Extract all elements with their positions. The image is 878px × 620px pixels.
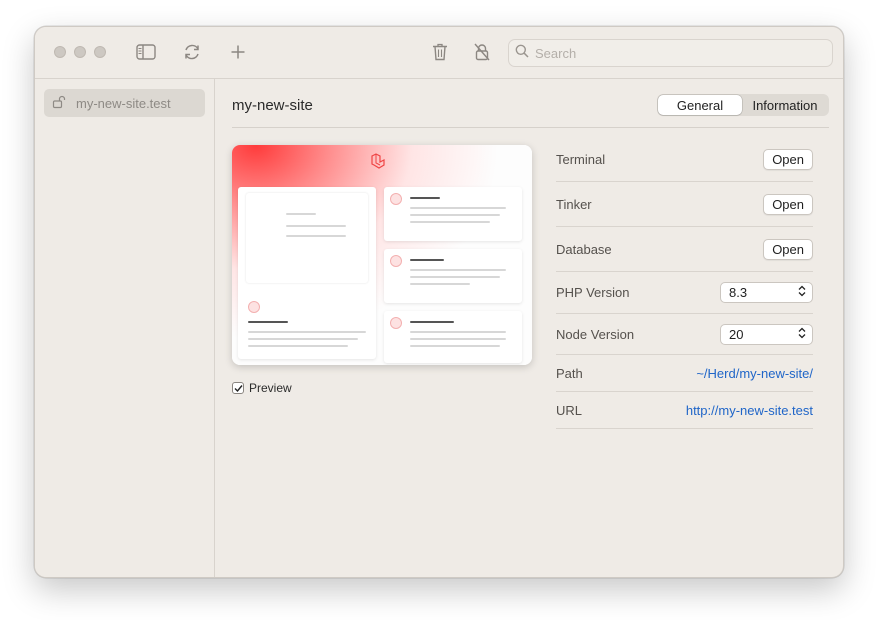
preview-docs-card: [238, 187, 376, 359]
checkmark-icon[interactable]: [232, 382, 244, 394]
sidebar: my-new-site.test: [35, 79, 215, 577]
property-label: Database: [556, 241, 612, 257]
property-row-url: URL http://my-new-site.test: [556, 392, 813, 429]
url-link[interactable]: http://my-new-site.test: [686, 403, 813, 418]
preview-label: Preview: [249, 381, 292, 395]
property-row-terminal: Terminal Open: [556, 137, 813, 182]
tinker-open-button[interactable]: Open: [763, 193, 813, 215]
tab-general[interactable]: General: [658, 95, 742, 115]
search-field[interactable]: [508, 39, 833, 67]
preview-news-card: [384, 249, 522, 303]
page-title: my-new-site: [232, 97, 313, 114]
property-row-node-version: Node Version 20: [556, 314, 813, 355]
toolbar: [35, 27, 843, 79]
property-label: Node Version: [556, 326, 635, 342]
php-version-value: 8.3: [729, 285, 748, 300]
property-label: Path: [556, 365, 583, 381]
preview-checkbox[interactable]: Preview: [232, 381, 292, 395]
property-label: URL: [556, 402, 583, 418]
php-version-select[interactable]: 8.3: [720, 282, 813, 303]
close-window-button[interactable]: [54, 46, 66, 58]
trash-icon[interactable]: [427, 39, 453, 65]
property-row-tinker: Tinker Open: [556, 182, 813, 227]
laravel-logo-icon: [370, 153, 388, 176]
minimize-window-button[interactable]: [74, 46, 86, 58]
node-version-value: 20: [729, 326, 744, 342]
preview-ecosystem-card: [384, 311, 522, 363]
property-row-php-version: PHP Version 8.3: [556, 272, 813, 314]
lock-open-icon: [52, 95, 66, 112]
zoom-window-button[interactable]: [94, 46, 106, 58]
tab-information[interactable]: Information: [742, 95, 828, 115]
sidebar-item-label: my-new-site.test: [76, 95, 171, 111]
search-icon: [515, 44, 529, 63]
plus-icon[interactable]: [225, 39, 251, 65]
database-open-button[interactable]: Open: [763, 238, 813, 260]
property-label: Terminal: [556, 151, 606, 167]
search-input[interactable]: [535, 45, 815, 61]
preview-laracasts-card: [384, 187, 522, 241]
property-row-path: Path ~/Herd/my-new-site/: [556, 355, 813, 392]
node-version-select[interactable]: 20: [720, 323, 813, 345]
chevron-up-down-icon: [798, 327, 806, 342]
property-row-database: Database Open: [556, 227, 813, 272]
sidebar-toggle-icon[interactable]: [133, 39, 159, 65]
chevron-up-down-icon: [798, 285, 806, 300]
property-label: Tinker: [556, 196, 592, 212]
tab-switcher: General Information: [657, 94, 829, 116]
unsecure-lock-icon[interactable]: [469, 39, 495, 65]
path-link[interactable]: ~/Herd/my-new-site/: [696, 366, 813, 381]
divider: [232, 127, 829, 128]
refresh-icon[interactable]: [179, 39, 205, 65]
main-panel: my-new-site General Information Preview …: [216, 79, 843, 577]
app-window: my-new-site.test my-new-site General Inf…: [34, 26, 844, 578]
property-label: PHP Version: [556, 285, 630, 300]
terminal-open-button[interactable]: Open: [763, 148, 813, 170]
sidebar-item-my-new-site[interactable]: my-new-site.test: [44, 89, 205, 117]
site-properties: Terminal Open Tinker Open Database Open …: [556, 137, 813, 429]
site-preview-image: [232, 145, 532, 365]
